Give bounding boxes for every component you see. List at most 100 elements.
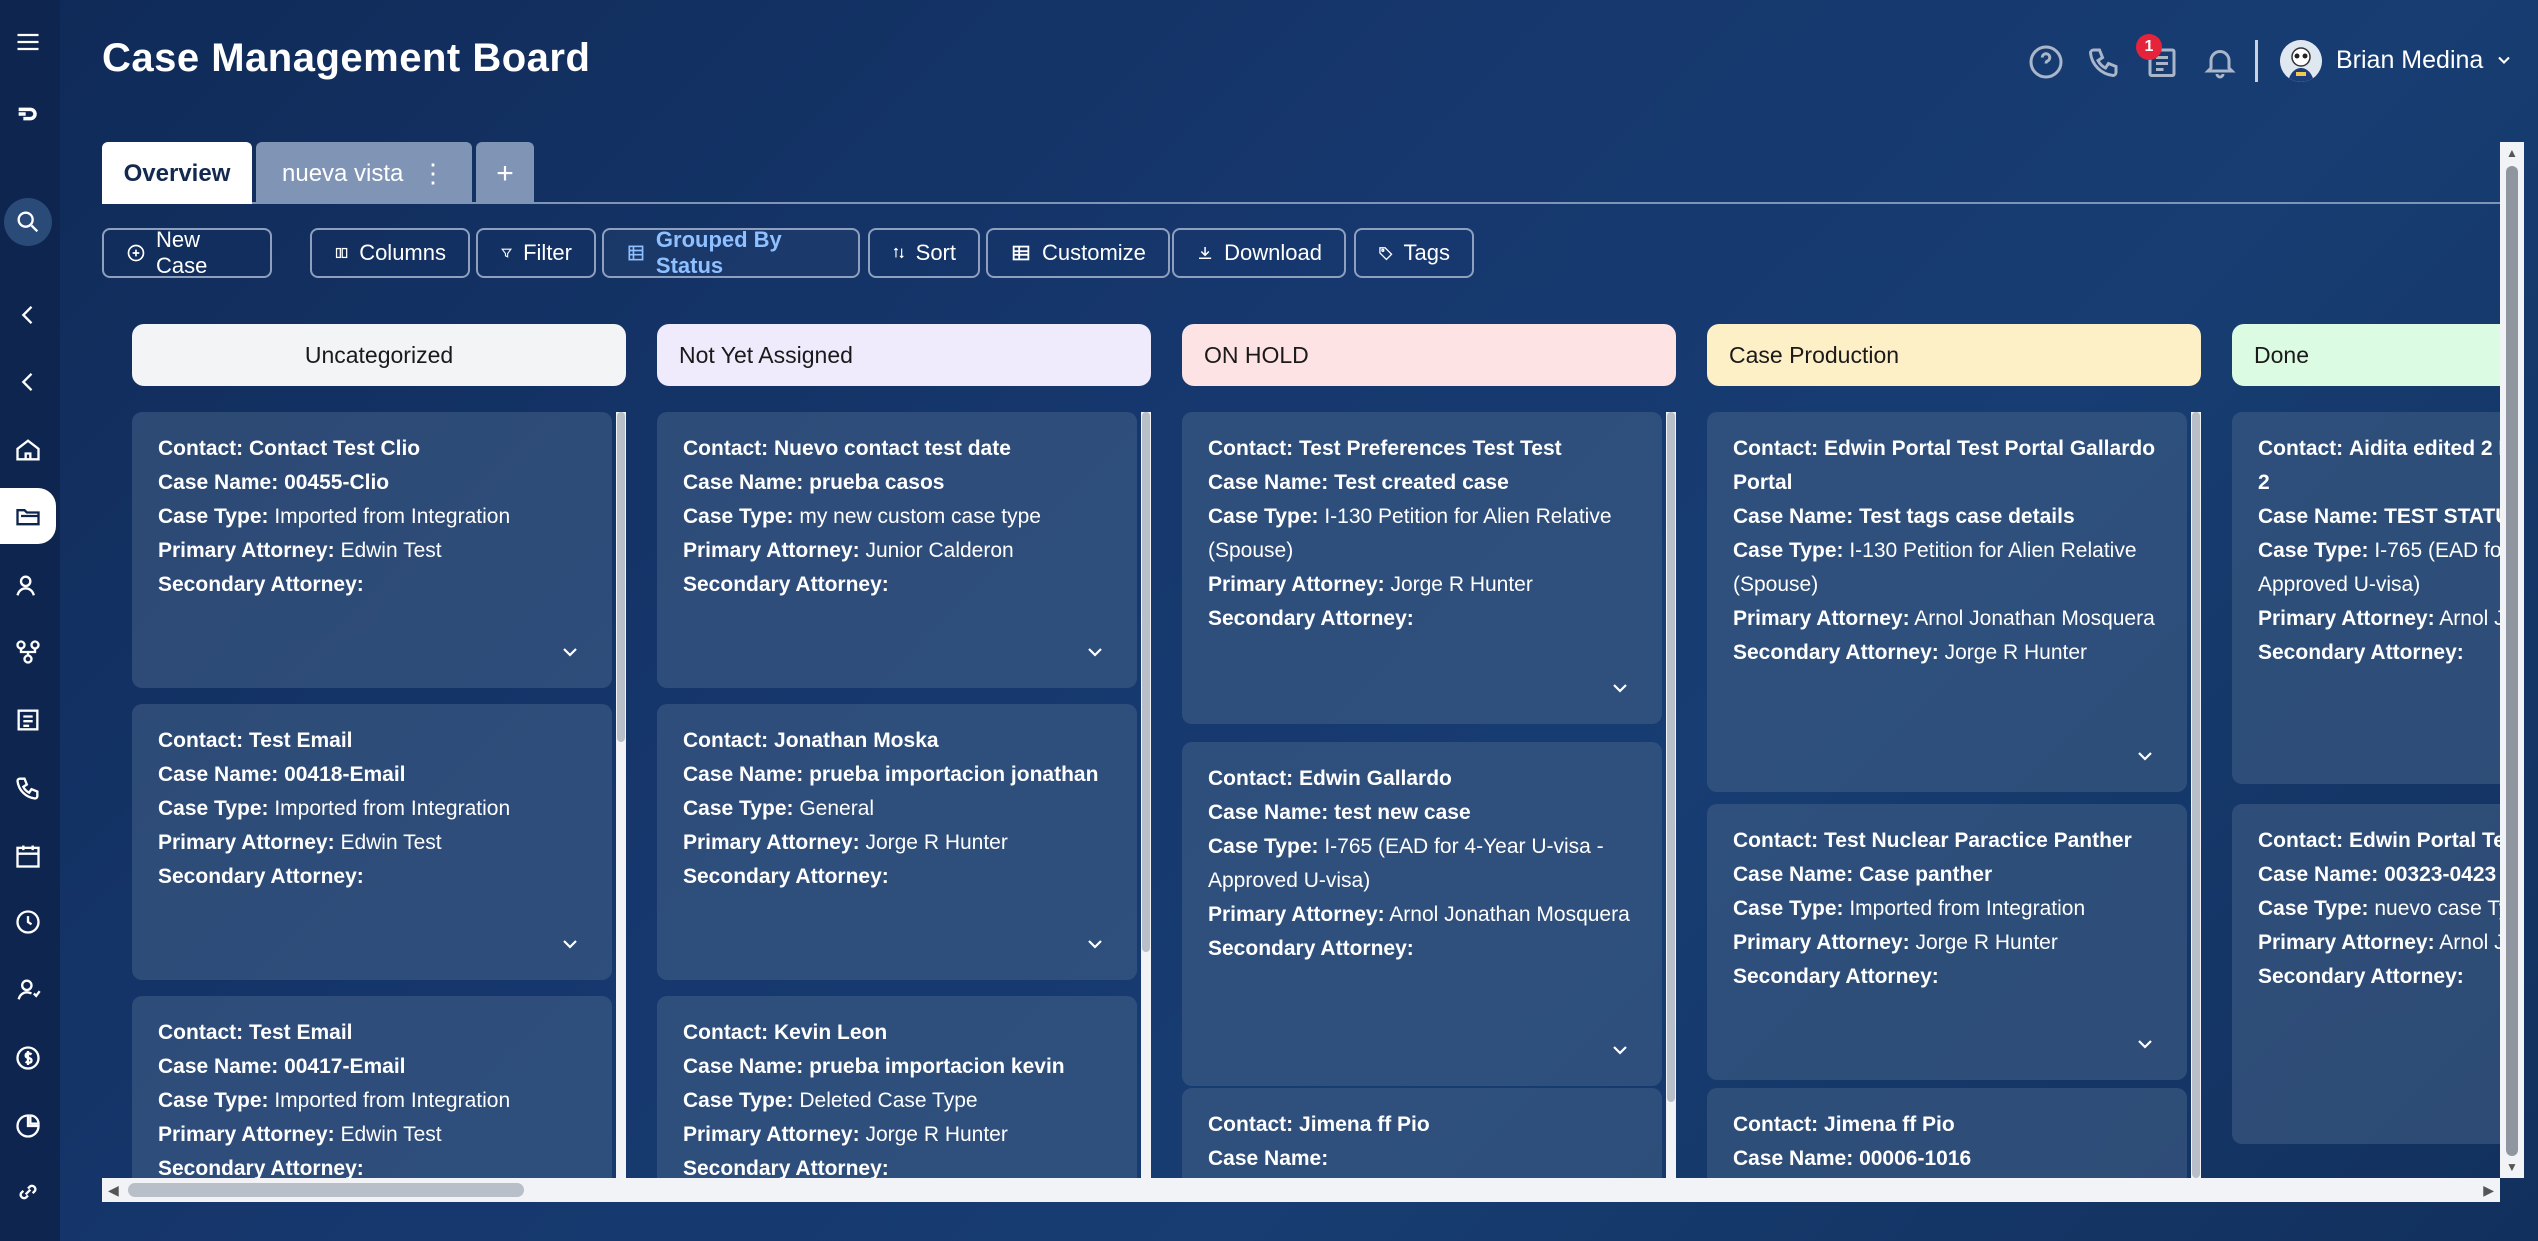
customize-label: Customize xyxy=(1042,240,1146,265)
card-field-contact: Contact: Edwin Gallardo xyxy=(1208,762,1636,796)
horizontal-scroll-thumb[interactable] xyxy=(128,1183,524,1197)
chevron-down-icon[interactable] xyxy=(1608,1038,1632,1062)
column-scrollbar[interactable] xyxy=(616,412,626,1178)
case-card[interactable]: Contact: Edwin Portal Test Portal Gallar… xyxy=(1707,412,2187,792)
field-value: Deleted Case Type xyxy=(799,1089,978,1112)
columns-button[interactable]: Columns xyxy=(310,228,470,278)
field-label: Case Name: xyxy=(683,1055,804,1078)
back-icon[interactable] xyxy=(0,354,56,410)
tab-underline xyxy=(252,202,2500,204)
field-label: Case Type: xyxy=(158,1089,269,1112)
column-header[interactable]: Not Yet Assigned xyxy=(657,324,1151,386)
customize-button[interactable]: Customize xyxy=(986,228,1170,278)
scroll-left-icon[interactable]: ◀ xyxy=(108,1182,119,1199)
chevron-down-icon[interactable] xyxy=(2133,744,2157,768)
vertical-scrollbar[interactable]: ▲ ▼ xyxy=(2500,142,2524,1178)
case-card[interactable]: Contact: Jimena ff PioCase Name: Case Ty… xyxy=(1182,1088,1662,1178)
column-header[interactable]: ON HOLD xyxy=(1182,324,1676,386)
home-icon[interactable] xyxy=(0,422,56,478)
field-label: Primary Attorney: xyxy=(158,539,335,562)
case-card[interactable]: Contact: Test Email Case Name: 00418-Emai… xyxy=(132,704,612,980)
field-label: Case Type: xyxy=(158,797,269,820)
column-scroll-thumb[interactable] xyxy=(617,412,625,742)
field-value: 00006-1016 xyxy=(1859,1147,1972,1170)
column-cards: Contact: Test Preferences Test Test Case … xyxy=(1182,412,1676,1178)
column-scroll-thumb[interactable] xyxy=(1667,412,1675,1102)
horizontal-scrollbar[interactable]: ◀ ▶ xyxy=(102,1178,2500,1202)
column-header[interactable]: Case Production xyxy=(1707,324,2201,386)
scroll-down-icon[interactable]: ▼ xyxy=(2506,1160,2518,1174)
case-card[interactable]: Contact: Edwin Portal Test PortalCase Na… xyxy=(2232,804,2500,1144)
tab-overview[interactable]: Overview xyxy=(102,142,252,204)
help-icon[interactable] xyxy=(2028,44,2064,80)
card-field-primary: Primary Attorney: Junior Calderon xyxy=(683,534,1111,568)
chevron-down-icon[interactable] xyxy=(2494,50,2514,70)
time-icon[interactable] xyxy=(0,894,56,950)
more-options-icon[interactable]: ⋮ xyxy=(420,158,446,189)
new-case-button[interactable]: New Case xyxy=(102,227,272,278)
case-card[interactable]: Contact: Test Nuclear Paractice Panther C… xyxy=(1707,804,2187,1080)
card-field-case-name: Case Name: 00006-1016 xyxy=(1733,1142,2161,1176)
case-card[interactable]: Contact: Jonathan Moska Case Name: prueba… xyxy=(657,704,1137,980)
billing-icon[interactable] xyxy=(0,1030,56,1086)
phone-icon[interactable] xyxy=(2086,44,2122,80)
chevron-down-icon[interactable] xyxy=(1083,932,1107,956)
card-field-primary: Primary Attorney: Arnol Jonathan Mosquer… xyxy=(2258,602,2500,636)
user-name[interactable]: Brian Medina xyxy=(2336,46,2483,75)
case-card[interactable]: Contact: Test Preferences Test Test Case … xyxy=(1182,412,1662,724)
search-icon[interactable] xyxy=(4,198,52,246)
card-field-secondary: Secondary Attorney: xyxy=(2258,636,2500,670)
field-value: Jorge R Hunter xyxy=(865,1123,1008,1146)
chevron-down-icon[interactable] xyxy=(558,932,582,956)
column-scroll-thumb[interactable] xyxy=(2192,412,2200,1178)
tab-nueva-vista[interactable]: nueva vista ⋮ xyxy=(256,142,472,204)
chevron-down-icon[interactable] xyxy=(558,640,582,664)
grouped-by-status-button[interactable]: Grouped By Status xyxy=(602,227,860,278)
case-card[interactable]: Contact: Jimena ff Pio Case Name: 00006-1… xyxy=(1707,1088,2187,1178)
calendar-icon[interactable] xyxy=(0,828,56,884)
cases-icon[interactable] xyxy=(0,488,56,544)
bell-icon[interactable] xyxy=(2202,44,2238,80)
field-label: Case Type: xyxy=(2258,897,2369,920)
menu-icon[interactable] xyxy=(0,14,56,70)
forms-icon[interactable] xyxy=(0,692,56,748)
field-label: Case Name: xyxy=(683,471,804,494)
collapse-icon[interactable] xyxy=(0,287,56,343)
users-icon[interactable] xyxy=(0,962,56,1018)
case-card[interactable]: Contact: Nuevo contact test date Case Nam… xyxy=(657,412,1137,688)
scroll-up-icon[interactable]: ▲ xyxy=(2506,146,2518,160)
case-card[interactable]: Contact: Kevin Leon Case Name: prueba imp… xyxy=(657,996,1137,1178)
tags-button[interactable]: Tags xyxy=(1354,228,1474,278)
avatar[interactable] xyxy=(2280,40,2322,82)
card-field-primary: Primary Attorney: Jorge R Hunter xyxy=(683,1118,1111,1152)
field-label: Primary Attorney: xyxy=(1208,573,1385,596)
column-header[interactable]: Done xyxy=(2232,324,2500,386)
notification-badge: 1 xyxy=(2136,34,2162,60)
logo-icon[interactable] xyxy=(0,86,56,142)
add-tab-button[interactable]: + xyxy=(476,142,534,204)
sort-button[interactable]: Sort xyxy=(868,228,980,278)
chevron-down-icon[interactable] xyxy=(1608,676,1632,700)
chevron-down-icon[interactable] xyxy=(1083,640,1107,664)
card-field-case-name: Case Name: xyxy=(1208,1142,1636,1176)
contacts-icon[interactable] xyxy=(0,558,56,614)
case-card[interactable]: Contact: Contact Test Clio Case Name: 004… xyxy=(132,412,612,688)
download-button[interactable]: Download xyxy=(1172,228,1346,278)
column-scrollbar[interactable] xyxy=(1141,412,1151,1178)
reports-icon[interactable] xyxy=(0,1098,56,1154)
filter-button[interactable]: Filter xyxy=(476,228,596,278)
case-card[interactable]: Contact: Aidita edited 2 Macanaqui edite… xyxy=(2232,412,2500,784)
vertical-scroll-thumb[interactable] xyxy=(2506,166,2518,1156)
calls-icon[interactable] xyxy=(0,760,56,816)
links-icon[interactable] xyxy=(0,1164,56,1220)
case-card[interactable]: Contact: Edwin Gallardo Case Name: test n… xyxy=(1182,742,1662,1086)
case-card[interactable]: Contact: Test Email Case Name: 00417-Emai… xyxy=(132,996,612,1178)
workflow-icon[interactable] xyxy=(0,624,56,680)
column-scrollbar[interactable] xyxy=(2191,412,2201,1178)
scroll-right-icon[interactable]: ▶ xyxy=(2483,1182,2494,1199)
column-scroll-thumb[interactable] xyxy=(1142,412,1150,952)
chevron-down-icon[interactable] xyxy=(2133,1032,2157,1056)
column-scrollbar[interactable] xyxy=(1666,412,1676,1178)
column-header[interactable]: Uncategorized xyxy=(132,324,626,386)
field-label: Secondary Attorney: xyxy=(1208,937,1414,960)
